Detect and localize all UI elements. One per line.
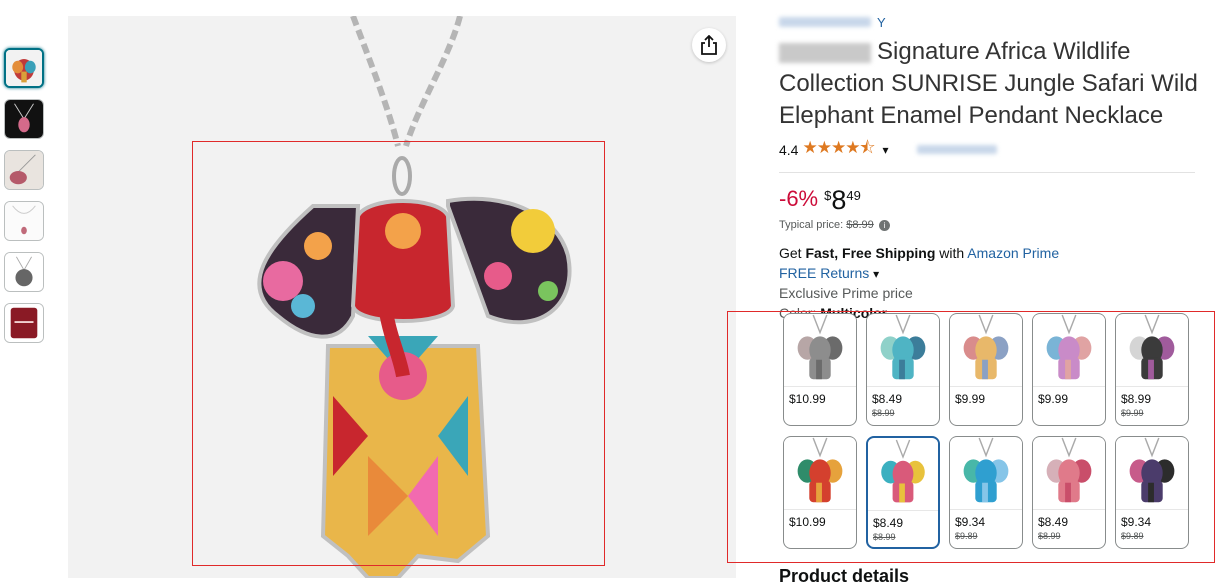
thumbnail-5[interactable] [4,252,44,292]
current-price: $ 8 49 [824,185,861,215]
swatch-old-price: $8.99 [873,532,896,542]
variant-swatch-8[interactable]: $9.34 $9.89 [949,436,1023,549]
shipping-info: Get Fast, Free Shipping with Amazon Prim… [779,245,1199,261]
divider [779,172,1195,173]
swatch-price: $8.99 [1121,392,1152,406]
variant-swatch-10[interactable]: $9.34 $9.89 [1115,436,1189,549]
variant-swatch-1[interactable]: $10.99 [783,313,857,426]
swatch-thumbnail [868,439,938,511]
swatch-thumbnail [867,314,939,387]
swatch-price: $8.49 [1038,515,1069,529]
star-rating[interactable]: ★★★★⯪ [802,135,875,164]
redacted-brand-title [779,42,871,63]
variant-swatch-3[interactable]: $9.99 [949,313,1023,426]
price-symbol: $ [824,188,832,203]
variant-swatch-7[interactable]: $8.49 $8.99 [866,436,940,549]
variant-swatch-5[interactable]: $8.99 $9.99 [1115,313,1189,426]
variant-swatch-9[interactable]: $8.49 $8.99 [1032,436,1106,549]
swatch-price: $9.34 [955,515,986,529]
typical-price-value: $8.99 [846,219,874,231]
chevron-down-icon[interactable]: ▾ [883,143,889,157]
redacted-brand [779,17,871,27]
variant-swatch-2[interactable]: $8.49 $8.99 [866,313,940,426]
elephant-pendant-image [257,16,572,578]
swatch-thumbnail [1116,314,1188,387]
swatch-old-price: $9.89 [1121,531,1144,541]
swatch-thumbnail [1033,314,1105,387]
swatch-price: $10.99 [789,392,826,406]
swatch-price: $8.49 [873,516,904,530]
discount-badge: -6% [779,186,819,211]
exclusive-prime-price: Exclusive Prime price [779,285,913,301]
swatch-thumbnail [950,437,1022,510]
shipping-bold: Fast, Free Shipping [805,245,936,261]
swatch-thumbnail [784,437,856,510]
swatch-price: $10.99 [789,515,826,529]
shipping-middle: with [939,245,965,261]
thumbnail-4[interactable] [4,201,44,241]
swatch-thumbnail [1033,437,1105,510]
thumbnail-2[interactable] [4,99,44,139]
share-icon [701,35,717,55]
swatch-price: $8.49 [872,392,903,406]
amazon-prime-link[interactable]: Amazon Prime [967,245,1059,261]
swatch-old-price: $8.99 [1038,531,1061,541]
typical-price: Typical price: $8.99 i [779,219,1199,231]
swatch-old-price: $9.89 [955,531,978,541]
product-detail-panel: Y Signature Africa Wildlife Collection S… [779,14,1199,321]
thumbnail-1[interactable] [4,48,44,88]
brand-suffix: Y [877,14,886,30]
variant-swatch-4[interactable]: $9.99 [1032,313,1106,426]
share-button[interactable] [692,28,726,62]
info-icon[interactable]: i [878,219,890,231]
swatch-price: $9.34 [1121,515,1152,529]
product-title: Signature Africa Wildlife Collection SUN… [779,36,1199,132]
price-fraction: 49 [846,188,861,203]
swatch-price: $9.99 [955,392,986,406]
rating-row: 4.4 ★★★★⯪ ▾ [779,135,1199,164]
chevron-down-icon: ▾ [873,267,880,281]
swatch-old-price: $9.99 [1121,408,1144,418]
free-returns-label: FREE Returns [779,265,870,281]
swatch-thumbnail [784,314,856,387]
free-returns-link[interactable]: FREE Returns ▾ [779,265,1199,281]
variant-swatch-6[interactable]: $10.99 [783,436,857,549]
rating-value: 4.4 [779,141,799,158]
thumbnail-3[interactable] [4,150,44,190]
price-row: -6% $ 8 49 [779,185,1199,215]
swatch-price: $9.99 [1038,392,1069,406]
product-details-heading: Product details [779,566,910,586]
typical-price-label: Typical price: [779,219,844,231]
thumbnail-6[interactable] [4,303,44,343]
shipping-prefix: Get [779,245,802,261]
swatch-thumbnail [950,314,1022,387]
swatch-old-price: $8.99 [872,408,895,418]
main-product-image[interactable] [68,16,736,578]
price-whole: 8 [831,185,847,215]
redacted-ratings-count[interactable] [916,145,997,154]
brand-store-link[interactable]: Y [779,14,1199,30]
thumbnail-strip [4,48,44,354]
swatch-thumbnail [1116,437,1188,510]
